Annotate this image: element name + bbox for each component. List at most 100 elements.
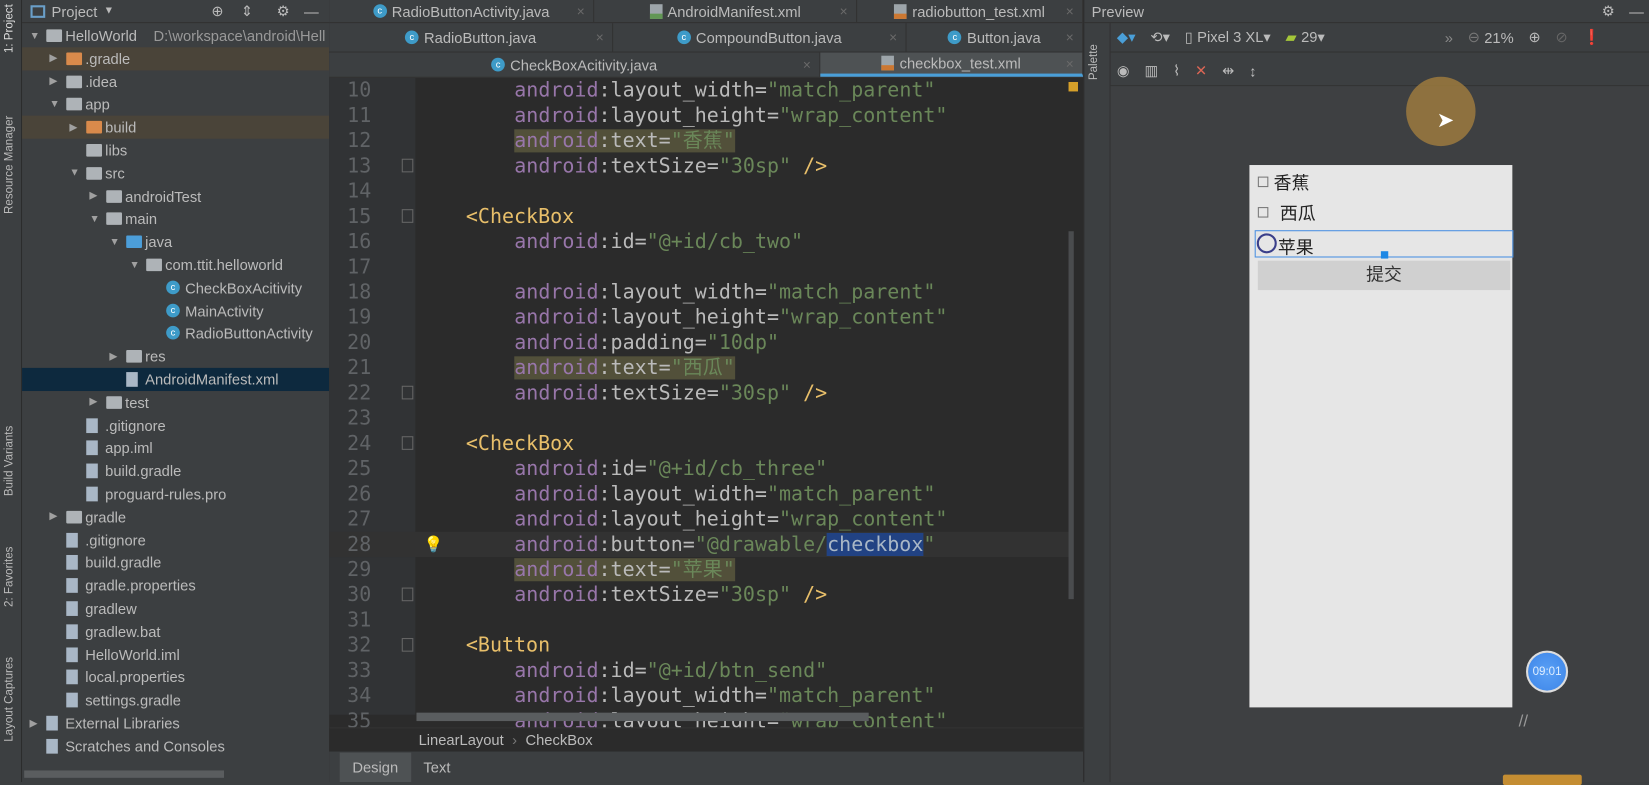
warning-icon[interactable]: ❗ (1583, 28, 1601, 46)
tree-item[interactable]: c CheckBoxAcitivity (22, 276, 329, 299)
tree-item[interactable]: app.iml (22, 437, 329, 460)
tree-item[interactable]: build.gradle (22, 551, 329, 574)
tree-item[interactable]: ▶ gradle (22, 505, 329, 528)
code-line[interactable]: 13 android:textSize="30sp" /> (329, 153, 1070, 178)
editor-tab[interactable]: c CompoundButton.java × (613, 23, 907, 52)
zoom-in-icon[interactable]: ⊕ (1528, 28, 1540, 46)
editor-tab[interactable]: c Button.java × (907, 23, 1084, 52)
expand-vertical-icon[interactable]: ↕ (1249, 63, 1256, 80)
fold-icon[interactable] (401, 587, 414, 602)
locate-icon[interactable]: ⊕ (211, 2, 223, 20)
resize-handle[interactable] (1380, 251, 1389, 259)
gear-icon[interactable]: ⚙ (277, 2, 290, 20)
code-line[interactable]: 17 (329, 254, 1070, 279)
code-line[interactable]: 10 android:layout_width="match_parent" (329, 78, 1070, 103)
minimize-icon[interactable]: — (1629, 3, 1644, 20)
tree-item[interactable]: local.properties (22, 666, 329, 689)
tree-item[interactable]: ▼ main (22, 207, 329, 230)
selected-checkbox-apple[interactable]: 苹果 (1254, 230, 1514, 259)
fold-icon[interactable] (401, 436, 414, 450)
close-icon[interactable]: × (840, 3, 848, 19)
code-line[interactable]: 21 android:text="西瓜" (329, 355, 1070, 380)
tree-item[interactable]: ▶ build (22, 115, 330, 139)
code-line[interactable]: 23 (329, 406, 1070, 431)
editor-tab[interactable]: c RadioButtonActivity.java × (329, 0, 595, 23)
editor-tab[interactable]: radiobutton_test.xml × (857, 0, 1084, 23)
minimize-icon[interactable]: — (304, 3, 319, 20)
chevron-right-icon[interactable]: ▶ (89, 397, 97, 409)
zoom-out-icon[interactable]: ⊖ (1468, 28, 1480, 46)
close-icon[interactable]: × (1066, 29, 1074, 45)
code-line[interactable]: 19 android:layout_height="wrap_content" (329, 305, 1070, 330)
checkbox-watermelon[interactable]: 西瓜 (1257, 199, 1316, 225)
tree-item[interactable]: gradlew.bat (22, 620, 329, 643)
code-line[interactable]: 22 android:textSize="30sp" /> (329, 380, 1070, 405)
code-line[interactable]: 15 <CheckBox (329, 204, 1070, 229)
vertical-scrollbar[interactable] (1068, 231, 1074, 600)
fold-icon[interactable] (401, 209, 414, 223)
code-line[interactable]: 25 android:id="@+id/cb_three" (329, 456, 1070, 481)
code-line[interactable]: 30 android:textSize="30sp" /> (329, 582, 1070, 607)
collapse-all-icon[interactable]: ⇕ (241, 2, 253, 20)
code-line[interactable]: 28 android:button="@drawable/checkbox" 💡 (329, 531, 1071, 558)
close-icon[interactable]: × (1066, 3, 1074, 19)
gear-icon[interactable]: ⚙ (1602, 2, 1615, 20)
chevron-down-icon[interactable]: ▼ (109, 236, 119, 248)
close-icon[interactable]: × (1066, 55, 1074, 71)
expand-horizontal-icon[interactable]: ⇹ (1222, 62, 1234, 80)
code-line[interactable]: 34 android:layout_width="match_parent" (329, 683, 1070, 708)
chevron-right-icon[interactable]: ▶ (49, 53, 57, 65)
tree-item[interactable]: build.gradle (22, 460, 329, 483)
code-line[interactable]: 27 android:layout_height="wrap_content" (329, 507, 1070, 532)
code-line[interactable]: 26 android:layout_width="match_parent" (329, 481, 1070, 506)
chevron-down-icon[interactable]: ▼ (29, 30, 39, 42)
close-icon[interactable]: × (803, 57, 811, 73)
project-view-selector[interactable]: Project (52, 3, 98, 20)
tree-item[interactable]: ▶ External Libraries (22, 712, 329, 735)
tool-palette[interactable]: Palette (1087, 44, 1100, 80)
device-screen[interactable]: 香蕉 西瓜 苹果 提交 (1249, 165, 1514, 708)
code-line[interactable]: 24 <CheckBox (329, 431, 1070, 456)
breadcrumb-linearlayout[interactable]: LinearLayout (419, 732, 504, 749)
code-line[interactable]: 14 (329, 179, 1070, 204)
code-line[interactable]: 33 android:id="@+id/btn_send" (329, 658, 1070, 683)
tree-item[interactable]: HelloWorld.iml (22, 643, 329, 666)
chevron-down-icon[interactable]: ▼ (49, 99, 59, 111)
code-horizontal-scrollbar[interactable] (416, 712, 869, 722)
api-selector[interactable]: 29▾ (1301, 28, 1325, 46)
tree-item[interactable]: c RadioButtonActivity (22, 322, 329, 345)
layers-icon[interactable]: ◆▾ (1117, 28, 1136, 46)
chevron-down-icon[interactable]: ▼ (129, 259, 139, 271)
tree-item[interactable]: AndroidManifest.xml (22, 367, 330, 392)
chevron-down-icon[interactable]: ▼ (69, 167, 79, 179)
tree-item[interactable]: ▼ com.ttit.helloworld (22, 253, 329, 276)
tree-item[interactable]: .gitignore (22, 414, 329, 437)
chevron-right-icon[interactable]: ▶ (89, 190, 97, 202)
tree-item[interactable]: ▼ src (22, 162, 329, 185)
zoom-fit-icon[interactable]: ⊘ (1556, 28, 1568, 46)
tab-design[interactable]: Design (339, 752, 411, 782)
tree-item[interactable]: ▶ res (22, 345, 329, 368)
close-icon[interactable]: × (577, 3, 585, 19)
code-line[interactable]: 29 android:text="苹果" (329, 557, 1070, 582)
checkbox-banana[interactable]: 香蕉 (1257, 168, 1309, 194)
chevron-right-icon[interactable]: ▶ (49, 76, 57, 88)
code-line[interactable]: 18 android:layout_width="match_parent" (329, 280, 1070, 305)
lightbulb-icon[interactable]: 💡 (424, 532, 444, 557)
orientation-icon[interactable]: ⟲▾ (1150, 28, 1170, 46)
tree-item[interactable]: ▼ HelloWorld D:\workspace\android\Hell (22, 24, 329, 47)
close-icon[interactable]: × (889, 29, 897, 45)
code-line[interactable]: 16 android:id="@+id/cb_two" (329, 229, 1070, 254)
tree-item[interactable]: Scratches and Consoles (22, 735, 329, 758)
design-canvas[interactable]: ➤ 香蕉 西瓜 苹果 提交 09:01 // (1110, 76, 1649, 785)
tree-item[interactable]: ▶ .gradle (22, 47, 330, 71)
clock-widget[interactable]: 09:01 (1526, 650, 1569, 693)
tree-item[interactable]: .gitignore (22, 528, 329, 551)
chevron-right-icon[interactable]: ▶ (69, 122, 77, 134)
tree-item[interactable]: ▼ app (22, 93, 329, 116)
editor-tab[interactable]: c RadioButton.java × (329, 23, 614, 52)
code-line[interactable]: 11 android:layout_height="wrap_content" (329, 103, 1070, 128)
tool-favorites[interactable]: 2: Favorites (3, 547, 16, 607)
editor-tab[interactable]: checkbox_test.xml × (820, 52, 1084, 77)
editor-tab[interactable]: AndroidManifest.xml × (594, 0, 858, 23)
